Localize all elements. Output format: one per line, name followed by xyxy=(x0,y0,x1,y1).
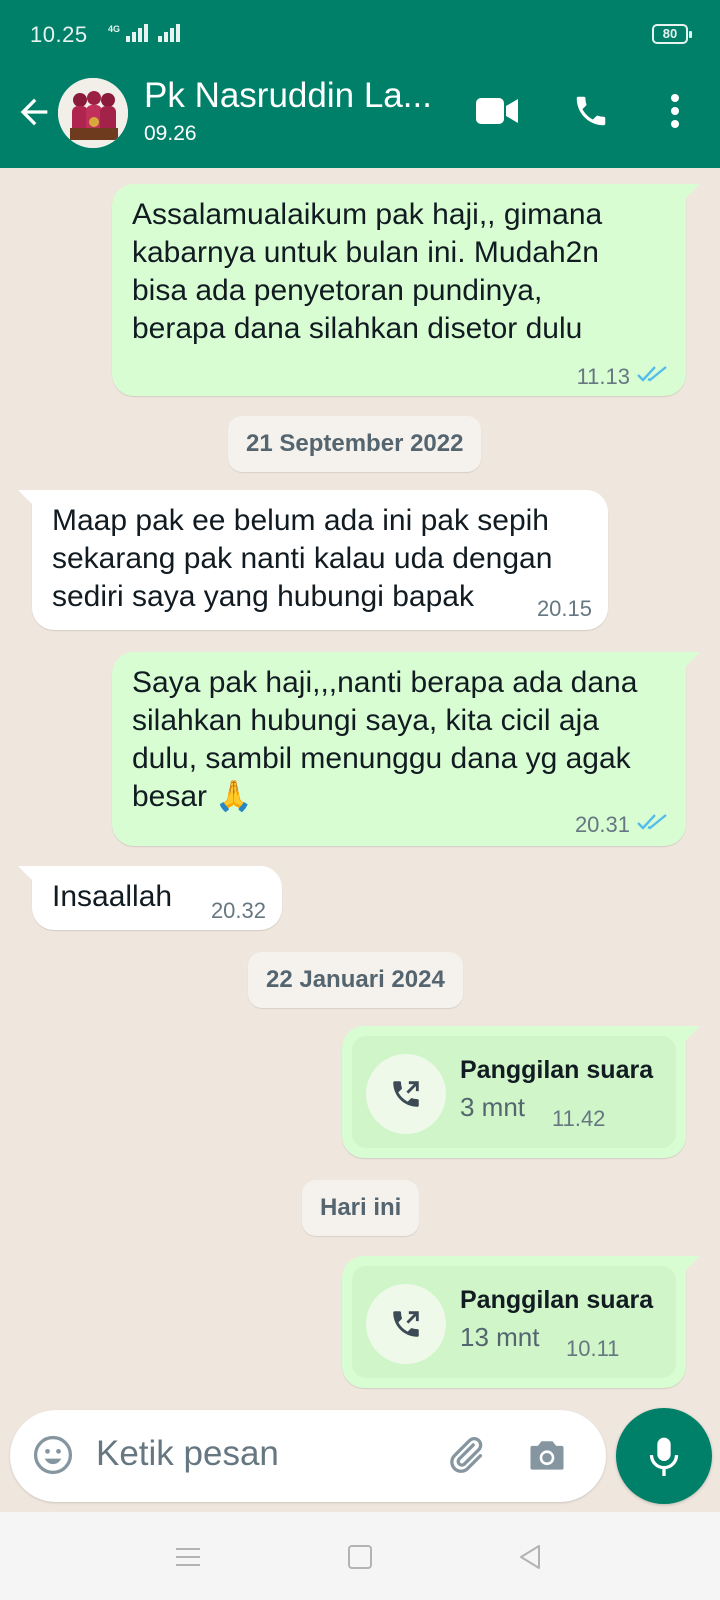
call-bubble[interactable]: Panggilan suara 3 mnt 11.42 xyxy=(342,1026,700,1158)
outgoing-call-icon xyxy=(366,1054,446,1134)
message-time: 20.32 xyxy=(210,898,266,923)
read-ticks-icon xyxy=(636,364,670,390)
message-time: 11.42 xyxy=(552,1106,606,1131)
call-duration: 13 mnt xyxy=(460,1322,540,1352)
voice-call-icon[interactable] xyxy=(566,86,616,136)
message-composer[interactable]: Ketik pesan xyxy=(10,1410,606,1502)
home-icon[interactable] xyxy=(340,1540,380,1574)
message-bubble-incoming[interactable]: Insaallah 20.32 xyxy=(18,866,282,930)
message-time: 11.13 xyxy=(576,364,630,389)
call-card[interactable]: Panggilan suara 3 mnt 11.42 xyxy=(352,1036,676,1148)
chat-area[interactable]: Assalamualaikum pak haji,, gimana kabarn… xyxy=(0,168,720,1408)
status-time: 10.25 xyxy=(30,22,88,47)
date-separator: Hari ini xyxy=(302,1180,420,1236)
message-text: Insaallah xyxy=(52,880,173,913)
message-time: 20.31 xyxy=(574,812,630,837)
message-meta: 20.31 xyxy=(575,812,670,838)
more-options-icon[interactable] xyxy=(650,86,700,136)
camera-icon[interactable] xyxy=(522,1430,572,1480)
call-bubble[interactable]: Panggilan suara 13 mnt 10.11 xyxy=(342,1256,700,1388)
message-bubble-incoming[interactable]: Maap pak ee belum ada ini pak sepih seka… xyxy=(18,490,608,630)
message-meta: 20.15 xyxy=(537,596,592,622)
signal-icon: 4G xyxy=(108,24,181,42)
message-bubble-outgoing[interactable]: Assalamualaikum pak haji,, gimana kabarn… xyxy=(112,184,700,396)
call-title: Panggilan suara xyxy=(460,1056,654,1084)
menu-icon[interactable] xyxy=(168,1540,208,1574)
contact-avatar[interactable] xyxy=(58,78,128,148)
system-nav-bar xyxy=(0,1512,720,1600)
message-time: 10.11 xyxy=(566,1336,620,1361)
mic-icon[interactable] xyxy=(616,1408,712,1504)
video-call-icon[interactable] xyxy=(472,86,522,136)
attach-icon[interactable] xyxy=(440,1430,490,1480)
message-input[interactable]: Ketik pesan xyxy=(96,1434,279,1474)
date-separator: 21 September 2022 xyxy=(228,416,482,472)
message-text: Saya pak haji,,,nanti berapa ada dana si… xyxy=(132,666,638,813)
call-card[interactable]: Panggilan suara 13 mnt 10.11 xyxy=(352,1266,676,1378)
last-seen: 09.26 xyxy=(144,122,197,145)
emoji-icon[interactable] xyxy=(28,1430,78,1480)
outgoing-call-icon xyxy=(366,1284,446,1364)
network-type: 4G xyxy=(108,24,121,34)
message-bubble-outgoing[interactable]: Saya pak haji,,,nanti berapa ada dana si… xyxy=(112,652,700,846)
back-arrow-icon[interactable] xyxy=(14,92,54,132)
chat-header: Pk Nasruddin La... 09.26 xyxy=(0,70,720,168)
message-text: Maap pak ee belum ada ini pak sepih seka… xyxy=(52,504,553,613)
message-time: 20.15 xyxy=(536,596,592,621)
battery-level: 80 xyxy=(662,26,678,41)
back-icon[interactable] xyxy=(510,1540,550,1574)
read-ticks-icon xyxy=(636,812,670,838)
status-bar: 10.25 4G 80 xyxy=(0,0,720,70)
date-separator: 22 Januari 2024 xyxy=(248,952,463,1008)
message-meta: 20.32 xyxy=(211,898,266,924)
call-duration: 3 mnt xyxy=(460,1092,526,1122)
contact-name[interactable]: Pk Nasruddin La... xyxy=(144,76,444,116)
message-text: Assalamualaikum pak haji,, gimana kabarn… xyxy=(132,198,603,345)
call-title: Panggilan suara xyxy=(460,1286,654,1314)
message-meta: 11.13 xyxy=(577,364,670,390)
battery-icon: 80 xyxy=(652,24,692,44)
